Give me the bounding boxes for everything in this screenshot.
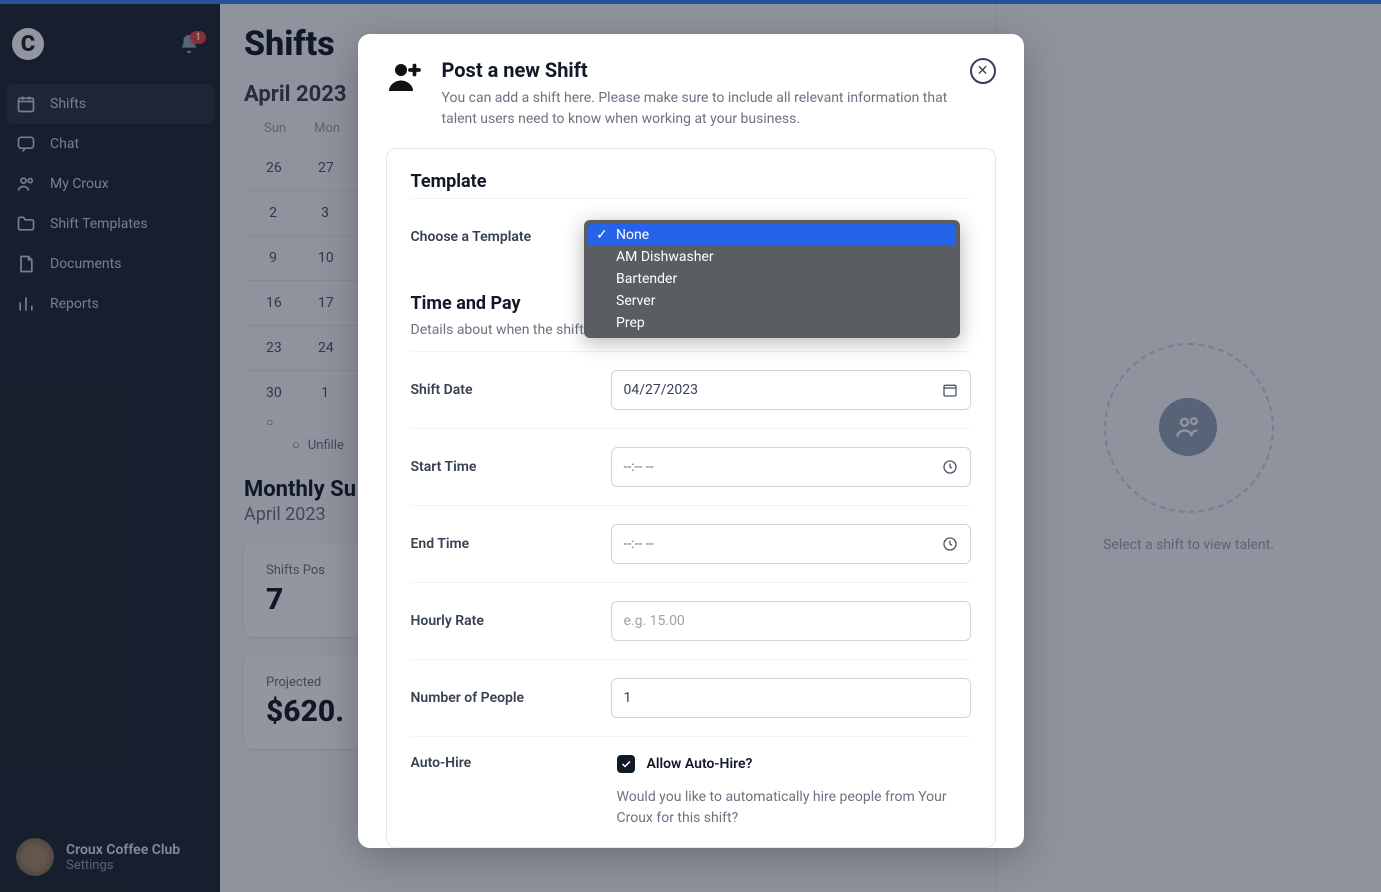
field-label: Hourly Rate xyxy=(411,613,611,629)
checkbox-label: Allow Auto-Hire? xyxy=(647,756,753,772)
dropdown-option[interactable]: Bartender xyxy=(588,268,956,290)
modal-title: Post a new Shift xyxy=(442,58,982,82)
post-shift-modal: Post a new Shift You can add a shift her… xyxy=(358,34,1024,848)
dropdown-option[interactable]: AM Dishwasher xyxy=(588,246,956,268)
person-add-icon xyxy=(386,58,422,94)
field-label: Start Time xyxy=(411,459,611,475)
field-label: Choose a Template xyxy=(411,229,611,245)
close-icon: ✕ xyxy=(977,63,989,79)
modal-subtitle: You can add a shift here. Please make su… xyxy=(442,88,982,130)
calendar-icon xyxy=(942,382,958,398)
dropdown-option[interactable]: Prep xyxy=(588,312,956,334)
field-label: Auto-Hire xyxy=(411,755,611,771)
dropdown-option[interactable]: Server xyxy=(588,290,956,312)
section-title: Template xyxy=(411,171,971,192)
auto-hire-checkbox[interactable] xyxy=(617,755,635,773)
field-label: End Time xyxy=(411,536,611,552)
clock-icon xyxy=(942,536,958,552)
hourly-rate-input[interactable] xyxy=(611,601,971,641)
dropdown-option[interactable]: None xyxy=(588,224,956,246)
field-label: Shift Date xyxy=(411,382,611,398)
close-button[interactable]: ✕ xyxy=(970,58,996,84)
template-dropdown: None AM Dishwasher Bartender Server Prep xyxy=(584,220,960,338)
shift-date-input[interactable] xyxy=(611,370,971,410)
clock-icon xyxy=(942,459,958,475)
start-time-input[interactable]: --:-- -- xyxy=(611,447,971,487)
end-time-input[interactable]: --:-- -- xyxy=(611,524,971,564)
field-label: Number of People xyxy=(411,690,611,706)
number-people-input[interactable] xyxy=(611,678,971,718)
auto-hire-description: Would you like to automatically hire peo… xyxy=(617,787,971,829)
